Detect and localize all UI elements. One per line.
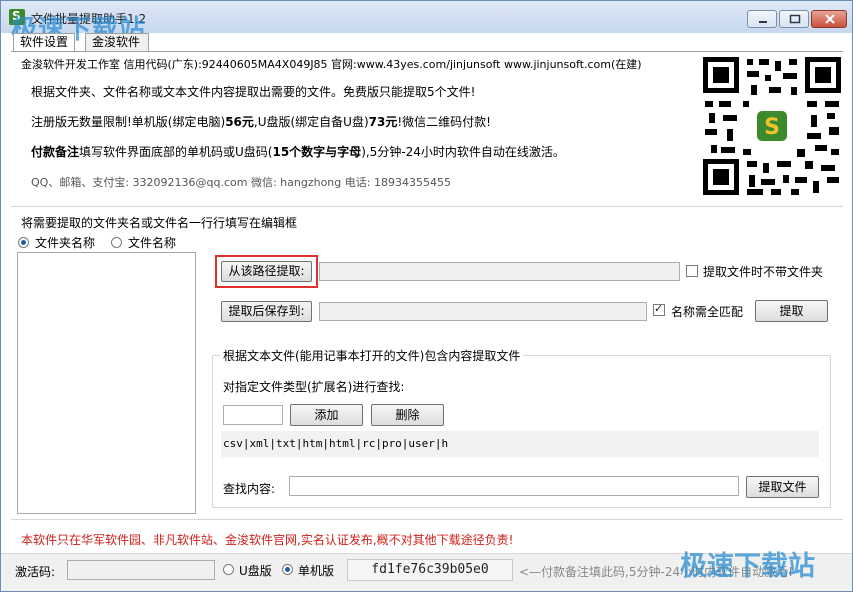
pricing-line: 注册版无数量限制!单机版(绑定电脑)56元,U盘版(绑定自备U盘)73元!微信二… (31, 115, 491, 129)
radio-folder-name-label[interactable]: 文件夹名称 (35, 234, 95, 251)
file-type-label: 对指定文件类型(扩展名)进行查找: (223, 380, 405, 394)
info-panel: 金浚软件开发工作室 信用代码(广东):92440605MA4X049J85 官网… (13, 53, 694, 195)
main-window: S 文件批量提取助手1.2 极速下载站 软件设置 金浚软件 金浚软件开发工作室 … (0, 0, 853, 592)
exact-match-label[interactable]: 名称需全匹配 (671, 303, 743, 320)
radio-usb-edition[interactable] (223, 564, 234, 575)
contact-line: QQ、邮箱、支付宝: 332092136@qq.com 微信: hangzhon… (31, 176, 451, 189)
wechat-qr-code: S (703, 57, 841, 195)
source-instruction: 将需要提取的文件夹名或文件名一行行填写在编辑框 (21, 216, 298, 230)
tab-jinjun[interactable]: 金浚软件 (85, 33, 149, 51)
minimize-button[interactable] (747, 10, 777, 28)
radio-single-edition-label[interactable]: 单机版 (298, 562, 334, 579)
machine-code: fd1fe76c39b05e0 (347, 559, 513, 581)
add-extension-button[interactable]: 添加 (290, 404, 363, 426)
tab-settings[interactable]: 软件设置 (13, 33, 75, 52)
divider-bottom (11, 519, 843, 520)
company-line: 金浚软件开发工作室 信用代码(广东):92440605MA4X049J85 官网… (21, 58, 642, 71)
extension-list-text: csv|xml|txt|htm|html|rc|pro|user|h (223, 437, 449, 450)
extract-button[interactable]: 提取 (755, 300, 828, 322)
save-path-field[interactable] (319, 302, 647, 321)
radio-folder-name[interactable] (18, 237, 29, 248)
extract-file-button[interactable]: 提取文件 (746, 476, 819, 498)
no-folder-checkbox[interactable] (686, 265, 698, 277)
distribution-notice: 本软件只在华军软件园、非凡软件站、金浚软件官网,实名认证发布,概不对其他下载途径… (21, 533, 514, 547)
search-content-input[interactable] (289, 476, 739, 496)
title-bar: S 文件批量提取助手1.2 极速下载站 (1, 1, 852, 45)
name-list-editor[interactable] (17, 252, 196, 514)
minimize-icon (759, 21, 767, 23)
radio-single-edition[interactable] (282, 564, 293, 575)
content-group-title: 根据文本文件(能用记事本打开的文件)包含内容提取文件 (220, 347, 524, 364)
search-content-label: 查找内容: (223, 482, 276, 496)
maximize-icon (789, 14, 801, 24)
source-path-field[interactable] (319, 262, 680, 281)
activation-code-input[interactable] (67, 560, 215, 580)
description-line: 根据文件夹、文件名称或文本文件内容提取出需要的文件。免费版只能提取5个文件! (31, 85, 476, 99)
radio-file-name-label[interactable]: 文件名称 (128, 234, 176, 251)
maximize-button[interactable] (779, 10, 809, 28)
divider-top (11, 206, 843, 207)
svg-text:S: S (764, 115, 780, 140)
no-folder-label[interactable]: 提取文件时不带文件夹 (703, 263, 823, 280)
delete-extension-button[interactable]: 删除 (371, 404, 444, 426)
extract-from-path-button[interactable]: 从该路径提取: (221, 261, 312, 282)
close-icon (825, 14, 835, 24)
radio-usb-edition-label[interactable]: U盘版 (239, 562, 272, 579)
activation-code-label: 激活码: (15, 565, 56, 579)
tab-divider (11, 51, 843, 52)
watermark-bottom: 极速下载站 (680, 551, 815, 582)
radio-file-name[interactable] (111, 237, 122, 248)
exact-match-checkbox[interactable] (653, 302, 665, 316)
extension-list[interactable]: csv|xml|txt|htm|html|rc|pro|user|h (221, 431, 819, 457)
payment-note-line: 付款备注填写软件界面底部的单机码或U盘码(15个数字与字母),5分钟-24小时内… (31, 145, 565, 159)
extension-input[interactable] (223, 405, 283, 425)
save-to-button[interactable]: 提取后保存到: (221, 301, 312, 322)
close-button[interactable] (811, 10, 847, 28)
